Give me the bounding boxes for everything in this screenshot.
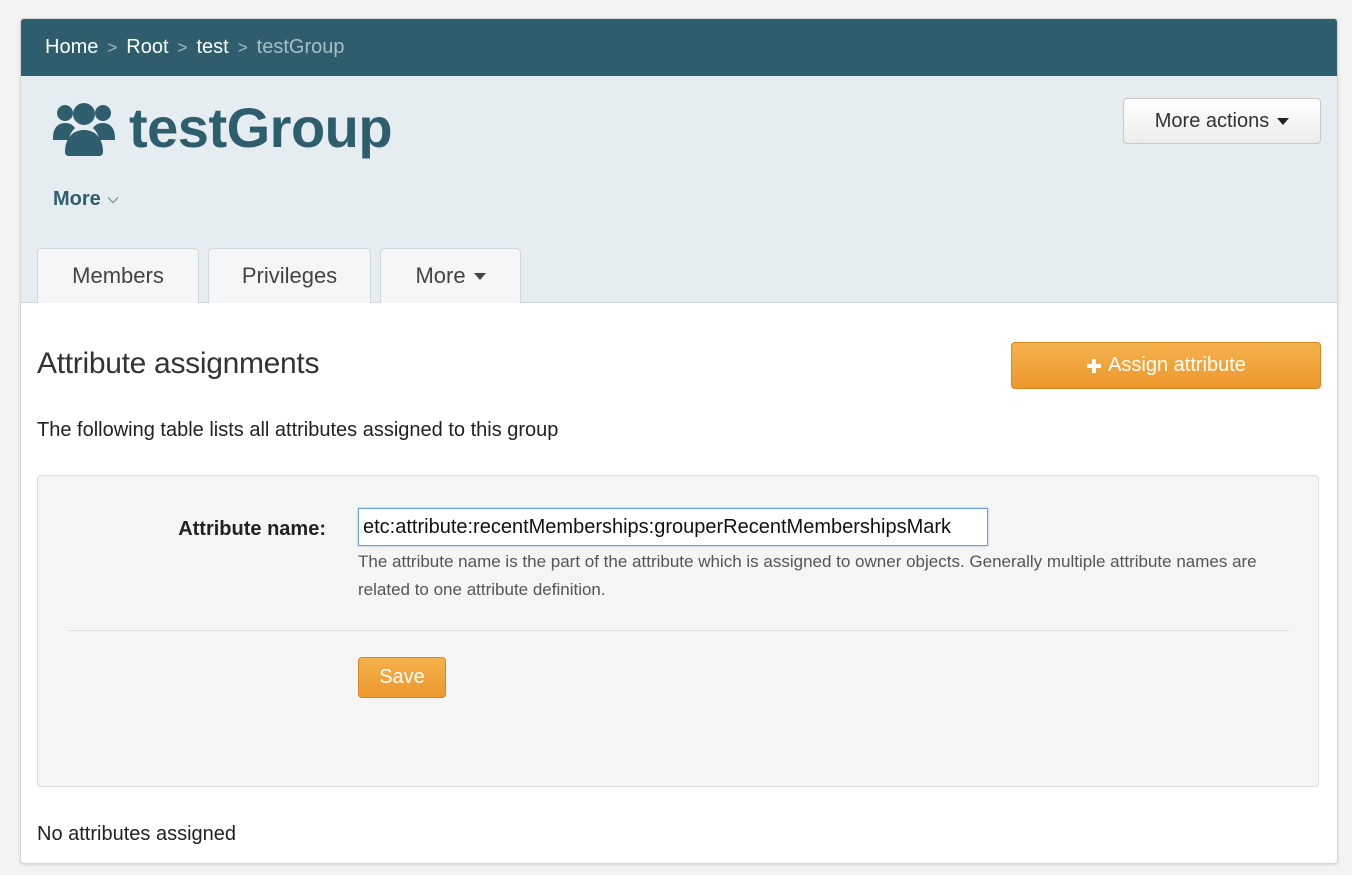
- attribute-name-input[interactable]: [358, 508, 988, 546]
- breadcrumb-separator: >: [177, 37, 188, 57]
- save-button[interactable]: Save: [358, 657, 446, 698]
- more-actions-button[interactable]: More actions: [1123, 98, 1321, 144]
- tab-label: More: [415, 263, 466, 288]
- title-row: testGroup: [51, 94, 393, 160]
- caret-down-icon: [473, 272, 486, 280]
- tab-members[interactable]: Members: [37, 248, 199, 303]
- tab-label: Members: [72, 263, 164, 288]
- form-divider: [69, 630, 1289, 631]
- attribute-name-label: Attribute name:: [178, 518, 326, 540]
- plus-icon: [1087, 358, 1102, 373]
- tab-bar: Members Privileges More: [37, 248, 530, 303]
- assign-attribute-form: Attribute name: The attribute name is th…: [37, 475, 1319, 787]
- page-title: testGroup: [129, 95, 393, 159]
- users-icon: [53, 103, 115, 156]
- caret-down-icon: [1277, 117, 1290, 125]
- breadcrumb-root[interactable]: Root: [126, 36, 168, 59]
- breadcrumb-current: testGroup: [256, 36, 345, 58]
- breadcrumb-home[interactable]: Home: [45, 36, 98, 59]
- breadcrumb: Home > Root > test > testGroup: [21, 19, 1337, 76]
- breadcrumb-test[interactable]: test: [196, 36, 228, 59]
- breadcrumb-separator: >: [237, 37, 248, 57]
- more-dropdown-link[interactable]: More: [53, 188, 119, 211]
- breadcrumb-separator: >: [107, 37, 118, 57]
- section-description: The following table lists all attributes…: [37, 419, 559, 441]
- section-title: Attribute assignments: [37, 347, 320, 380]
- assign-attribute-button[interactable]: Assign attribute: [1011, 342, 1321, 389]
- page-container: Home > Root > test > testGroup testGroup…: [20, 18, 1338, 864]
- tab-label: Privileges: [241, 263, 338, 288]
- more-actions-label: More actions: [1154, 109, 1270, 132]
- chevron-down-icon: [107, 196, 119, 203]
- assign-attribute-label: Assign attribute: [1108, 354, 1246, 376]
- group-header: testGroup More actions More Members Priv…: [21, 76, 1337, 303]
- tab-privileges[interactable]: Privileges: [208, 248, 371, 303]
- tab-more[interactable]: More: [380, 248, 521, 303]
- attribute-name-help: The attribute name is the part of the at…: [358, 552, 1257, 599]
- more-link-label: More: [53, 188, 101, 210]
- empty-state-text: No attributes assigned: [37, 823, 237, 845]
